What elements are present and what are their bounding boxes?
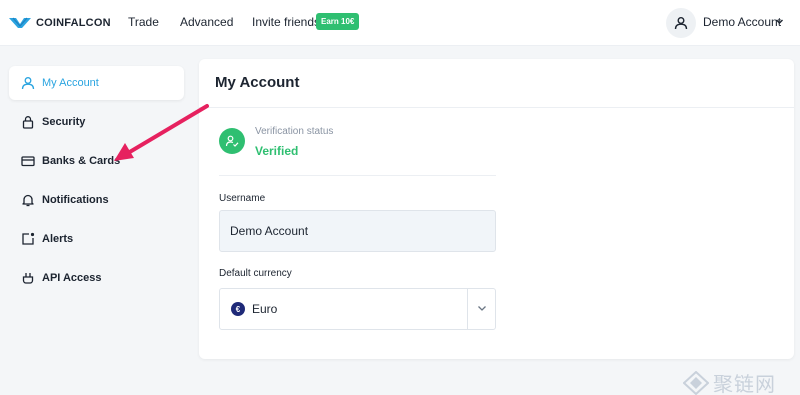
sidebar-item-label: Notifications <box>42 194 109 206</box>
sidebar-item-banks-cards[interactable]: Banks & Cards <box>9 144 184 178</box>
card-icon <box>20 153 36 169</box>
select-divider <box>467 289 468 329</box>
sidebar-item-api-access[interactable]: API Access <box>9 261 184 295</box>
logo-text: COINFALCON <box>36 17 111 29</box>
nav-advanced-link[interactable]: Advanced <box>180 15 233 29</box>
section-divider <box>219 175 496 176</box>
sidebar-item-label: Security <box>42 116 86 128</box>
sidebar-item-alerts[interactable]: Alerts <box>9 222 184 256</box>
invite-earn-badge[interactable]: Earn 10€ <box>316 13 360 30</box>
nav-trade-link[interactable]: Trade <box>128 15 159 29</box>
coinfalcon-logo[interactable]: COINFALCON <box>9 14 111 32</box>
sidebar-item-label: Alerts <box>42 233 74 245</box>
verified-user-icon <box>219 128 245 154</box>
sidebar-item-my-account[interactable]: My Account <box>9 66 184 100</box>
falcon-logo-icon <box>9 17 31 28</box>
sidebar-item-label: API Access <box>42 272 102 284</box>
username-field[interactable] <box>219 210 496 252</box>
user-icon <box>20 75 36 91</box>
alert-icon <box>20 231 36 247</box>
chevron-down-icon[interactable] <box>476 302 488 314</box>
my-account-panel: My Account Verification status Verified … <box>199 59 794 359</box>
selected-currency: Euro <box>252 302 278 316</box>
settings-sidebar: My Account Security Banks & Cards Notifi… <box>9 66 184 300</box>
watermark-logo-icon <box>683 370 709 395</box>
sidebar-item-notifications[interactable]: Notifications <box>9 183 184 217</box>
default-currency-label: Default currency <box>219 268 292 279</box>
verification-status-value: Verified <box>255 144 299 158</box>
euro-icon: € <box>231 302 245 316</box>
sidebar-item-label: My Account <box>42 77 99 89</box>
sidebar-item-security[interactable]: Security <box>9 105 184 139</box>
user-icon <box>674 17 688 30</box>
verification-status-label: Verification status <box>255 126 334 137</box>
username-label: Username <box>219 193 266 204</box>
plug-icon <box>20 270 36 286</box>
account-name-menu[interactable]: Demo Account <box>703 15 781 29</box>
nav-invite-friends-link[interactable]: Invite friends <box>252 15 320 29</box>
lock-icon <box>20 114 36 130</box>
watermark: 聚链网 <box>683 368 776 395</box>
top-navigation: COINFALCON Trade Advanced Invite friends… <box>0 0 800 46</box>
bell-icon <box>20 192 36 208</box>
chevron-down-icon[interactable] <box>775 17 784 26</box>
account-avatar-button[interactable] <box>666 8 696 38</box>
page-title: My Account <box>215 74 300 91</box>
default-currency-select[interactable]: € Euro <box>219 288 496 330</box>
sidebar-item-label: Banks & Cards <box>42 155 121 167</box>
watermark-text: 聚链网 <box>713 372 776 395</box>
panel-header: My Account <box>199 59 794 108</box>
